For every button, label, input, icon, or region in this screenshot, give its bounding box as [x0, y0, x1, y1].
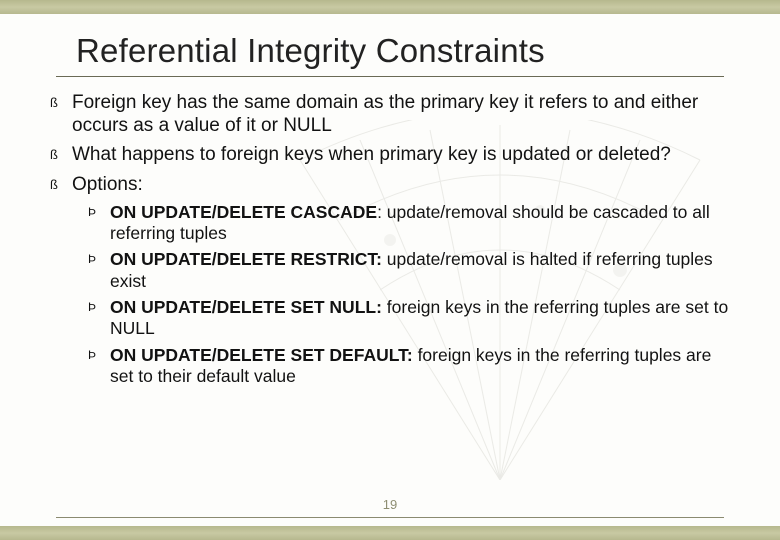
list-item-text: ON UPDATE/DELETE SET NULL: foreign keys …	[110, 297, 732, 340]
list-item-text: ON UPDATE/DELETE SET DEFAULT: foreign ke…	[110, 345, 732, 388]
bullet-list-level1: ß Foreign key has the same domain as the…	[50, 91, 732, 196]
top-accent-band	[0, 0, 780, 14]
list-item: Þ ON UPDATE/DELETE RESTRICT: update/remo…	[88, 249, 732, 292]
bullet-list-level2: Þ ON UPDATE/DELETE CASCADE: update/remov…	[88, 202, 732, 388]
list-item-text: What happens to foreign keys when primar…	[72, 143, 732, 166]
list-item: Þ ON UPDATE/DELETE CASCADE: update/remov…	[88, 202, 732, 245]
bullet-marker: ß	[50, 173, 72, 196]
list-item: ß Foreign key has the same domain as the…	[50, 91, 732, 137]
bullet-marker: ß	[50, 91, 72, 137]
page-number: 19	[0, 497, 780, 512]
list-item-text: ON UPDATE/DELETE RESTRICT: update/remova…	[110, 249, 732, 292]
list-item-text: Options:	[72, 173, 732, 196]
list-item: Þ ON UPDATE/DELETE SET NULL: foreign key…	[88, 297, 732, 340]
bullet-marker: Þ	[88, 249, 110, 292]
slide-title: Referential Integrity Constraints	[76, 32, 732, 70]
list-item: Þ ON UPDATE/DELETE SET DEFAULT: foreign …	[88, 345, 732, 388]
list-item-text: ON UPDATE/DELETE CASCADE: update/removal…	[110, 202, 732, 245]
slide-body: Referential Integrity Constraints ß Fore…	[0, 14, 780, 526]
bullet-marker: Þ	[88, 297, 110, 340]
footer-rule	[56, 517, 724, 518]
bullet-marker: Þ	[88, 202, 110, 245]
bullet-marker: ß	[50, 143, 72, 166]
bullet-marker: Þ	[88, 345, 110, 388]
list-item-text: Foreign key has the same domain as the p…	[72, 91, 732, 137]
bottom-accent-band	[0, 526, 780, 540]
list-item: ß Options:	[50, 173, 732, 196]
title-underline	[56, 76, 724, 77]
list-item: ß What happens to foreign keys when prim…	[50, 143, 732, 166]
